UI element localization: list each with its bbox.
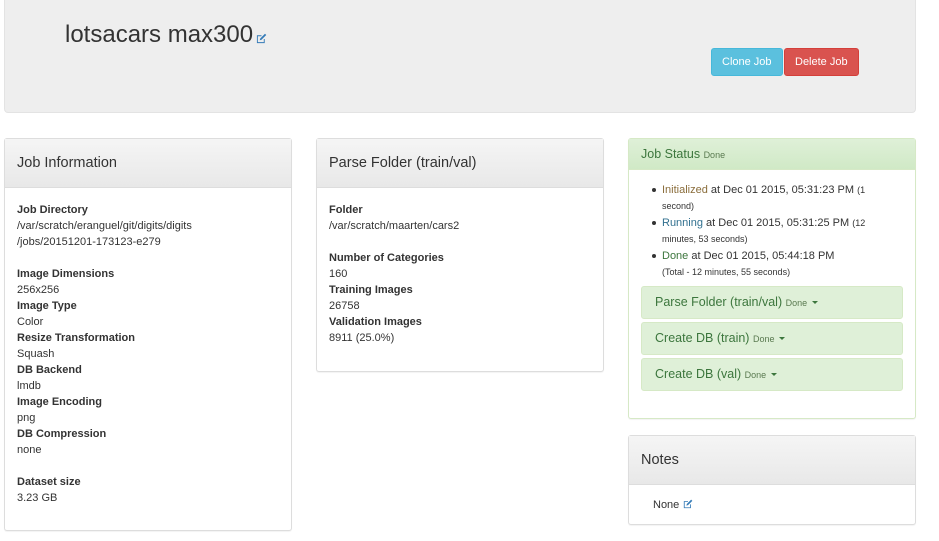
task-status: Done bbox=[752, 334, 775, 344]
status-state: Done bbox=[662, 250, 689, 262]
image-type-label: Image Type bbox=[17, 300, 77, 312]
status-time: at Dec 01 2015, 05:31:23 PM bbox=[707, 184, 855, 196]
panel-body: Folder /var/scratch/maarten/cars2 Number… bbox=[317, 188, 603, 356]
parse-folder-panel: Parse Folder (train/val) Folder /var/scr… bbox=[316, 138, 604, 372]
panel-heading: Job Information bbox=[5, 139, 291, 188]
validation-images-value: 8911 (25.0%) bbox=[329, 332, 395, 344]
image-type-value: Color bbox=[17, 316, 44, 328]
task-label: Create DB (val) bbox=[655, 367, 742, 381]
status-history: Initialized at Dec 01 2015, 05:31:23 PM … bbox=[629, 170, 915, 280]
task-label: Parse Folder (train/val) bbox=[655, 295, 783, 309]
panel-heading: Notes bbox=[629, 436, 915, 485]
status-event: Initialized at Dec 01 2015, 05:31:23 PM … bbox=[652, 182, 915, 214]
resize-transformation-label: Resize Transformation bbox=[17, 332, 135, 344]
categories-value: 160 bbox=[329, 268, 348, 280]
delete-job-button[interactable]: Delete Job bbox=[784, 48, 859, 76]
status-event: Done at Dec 01 2015, 05:44:18 PM (Total -… bbox=[652, 248, 915, 280]
task-label: Create DB (train) bbox=[655, 331, 750, 345]
db-backend-value: lmdb bbox=[17, 380, 41, 392]
notes-value: None bbox=[653, 499, 680, 511]
status-state: Running bbox=[662, 217, 703, 229]
db-backend-label: DB Backend bbox=[17, 364, 82, 376]
notes-panel: Notes None bbox=[628, 435, 916, 525]
folder-label: Folder bbox=[329, 204, 363, 216]
status-state: Initialized bbox=[662, 184, 708, 196]
categories-label: Number of Categories bbox=[329, 252, 444, 264]
image-dimensions-value: 256x256 bbox=[17, 284, 60, 296]
caret-down-icon bbox=[779, 337, 786, 340]
status-time: at Dec 01 2015, 05:31:25 PM bbox=[702, 217, 850, 229]
resize-transformation-value: Squash bbox=[17, 348, 55, 360]
panel-body: Job Directory /var/scratch/eranguel/git/… bbox=[5, 188, 291, 516]
job-status-badge: Done bbox=[703, 150, 726, 160]
job-directory-label: Job Directory bbox=[17, 204, 88, 216]
training-images-label: Training Images bbox=[329, 284, 413, 296]
caret-down-icon bbox=[771, 373, 778, 376]
image-encoding-label: Image Encoding bbox=[17, 396, 102, 408]
edit-icon[interactable] bbox=[683, 499, 693, 512]
image-dimensions-label: Image Dimensions bbox=[17, 268, 115, 280]
image-encoding-value: png bbox=[17, 412, 36, 424]
job-status-panel: Job Status Done Initialized at Dec 01 20… bbox=[628, 138, 916, 419]
db-compression-value: none bbox=[17, 444, 42, 456]
job-directory-value-2: /jobs/20151201-173123-e279 bbox=[17, 236, 161, 248]
job-status-title: Job Status bbox=[641, 147, 701, 161]
training-images-value: 26758 bbox=[329, 300, 360, 312]
status-time: at Dec 01 2015, 05:44:18 PM bbox=[688, 250, 835, 262]
job-information-panel: Job Information Job Directory /var/scrat… bbox=[4, 138, 292, 531]
job-name: lotsacars max300 bbox=[65, 21, 254, 48]
status-duration: (Total - 12 minutes, 55 seconds) bbox=[662, 267, 791, 277]
dataset-size-label: Dataset size bbox=[17, 476, 81, 488]
job-header: lotsacars max300 Clone Job Delete Job bbox=[4, 0, 916, 113]
task-parse-folder[interactable]: Parse Folder (train/val) Done bbox=[641, 286, 903, 319]
panel-heading: Job Status Done bbox=[629, 139, 915, 170]
job-directory-value: /var/scratch/eranguel/git/digits/digits bbox=[17, 220, 192, 232]
caret-down-icon bbox=[812, 301, 819, 304]
task-create-db-train[interactable]: Create DB (train) Done bbox=[641, 322, 903, 355]
task-status: Done bbox=[785, 298, 808, 308]
task-status: Done bbox=[744, 370, 767, 380]
page-title: lotsacars max300 bbox=[65, 21, 267, 51]
folder-value: /var/scratch/maarten/cars2 bbox=[329, 220, 460, 232]
status-event: Running at Dec 01 2015, 05:31:25 PM (12 … bbox=[652, 215, 915, 247]
dataset-size-value: 3.23 GB bbox=[17, 492, 58, 504]
validation-images-label: Validation Images bbox=[329, 316, 422, 328]
db-compression-label: DB Compression bbox=[17, 428, 107, 440]
edit-icon[interactable] bbox=[256, 23, 267, 51]
task-create-db-val[interactable]: Create DB (val) Done bbox=[641, 358, 903, 391]
notes-body: None bbox=[629, 485, 915, 512]
clone-job-button[interactable]: Clone Job bbox=[711, 48, 783, 76]
panel-heading: Parse Folder (train/val) bbox=[317, 139, 603, 188]
